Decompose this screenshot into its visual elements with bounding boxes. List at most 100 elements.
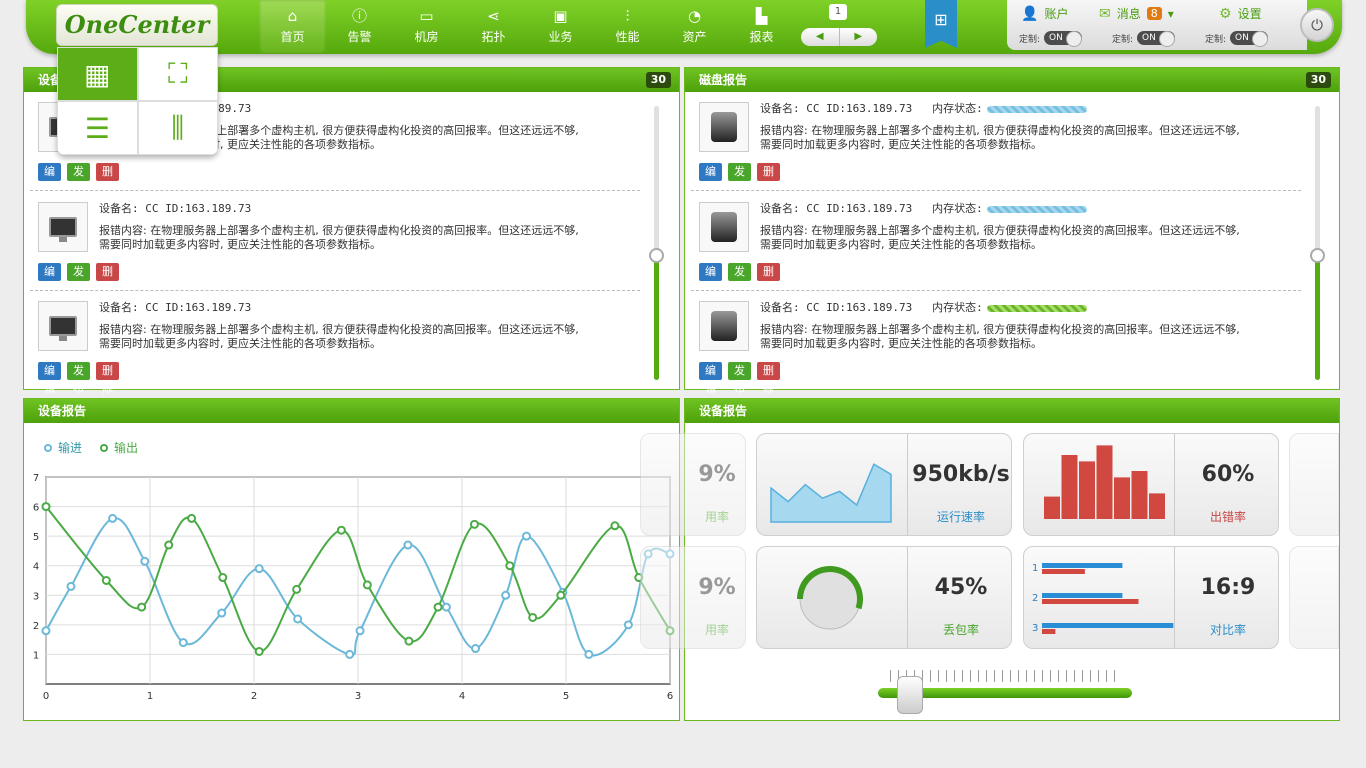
bar: [1149, 493, 1165, 519]
delete-button[interactable]: 删除: [757, 263, 780, 296]
settings-link[interactable]: ⚙ 设置: [1219, 5, 1262, 22]
divider: [30, 290, 640, 291]
delete-button[interactable]: 删除: [96, 163, 119, 196]
publish-button[interactable]: 发布: [728, 362, 751, 395]
delete-button[interactable]: 删除: [96, 263, 119, 296]
y-tick-label: 6: [33, 503, 39, 514]
nav-business[interactable]: ▣ 业务: [527, 0, 594, 54]
data-point: [433, 602, 443, 612]
power-icon[interactable]: ⏻: [1300, 8, 1334, 42]
device-thumbnail: [38, 301, 88, 351]
publish-button[interactable]: 发布: [67, 362, 90, 395]
messages-link[interactable]: ✉ 消息 8 ▾: [1099, 5, 1174, 22]
data-point: [584, 649, 594, 659]
fullscreen-icon[interactable]: ⛶: [137, 47, 218, 101]
hbar-blue: [1042, 563, 1123, 568]
stat-card-ratio[interactable]: 123 16:9 对比率: [1023, 546, 1279, 649]
on-toggle[interactable]: ON: [1044, 31, 1083, 47]
home-icon: ⌂: [287, 7, 298, 25]
edit-button[interactable]: 编辑: [38, 163, 61, 196]
slider-handle[interactable]: [897, 676, 923, 714]
account-link[interactable]: 👤 账户: [1021, 5, 1068, 22]
vertical-scrollbar[interactable]: [649, 106, 664, 380]
edit-button[interactable]: 编辑: [699, 263, 722, 296]
stat-card-error-rate[interactable]: 60% 出错率: [1023, 433, 1279, 536]
page-number: 1: [829, 4, 847, 20]
monitor-icon: ▭: [419, 7, 434, 25]
bar: [1079, 461, 1095, 519]
data-point: [293, 614, 303, 624]
data-point: [254, 564, 264, 574]
bar-chart-icon: ▙: [755, 7, 768, 25]
delete-button[interactable]: 删除: [757, 163, 780, 196]
nav-performance[interactable]: ⫶ 性能: [594, 0, 661, 54]
data-point: [187, 513, 197, 523]
edit-button[interactable]: 编辑: [699, 362, 722, 395]
on-toggle[interactable]: ON: [1137, 31, 1176, 47]
count-badge: 30: [1305, 72, 1331, 88]
add-widget-icon[interactable]: ⊞: [925, 0, 957, 48]
hard-disk-icon: [711, 311, 737, 341]
stat-card-packet-loss[interactable]: 45% 丢包率: [756, 546, 1012, 649]
data-point: [404, 636, 414, 646]
gear-icon: ⚙: [1219, 5, 1232, 22]
nav-home[interactable]: ⌂ 首页: [259, 0, 326, 54]
divider: [691, 190, 1301, 191]
disk-thumbnail: [699, 202, 749, 252]
data-point: [528, 612, 538, 622]
edit-button[interactable]: 编辑: [38, 362, 61, 395]
disk-thumbnail: [699, 102, 749, 152]
y-tick-label: 5: [33, 532, 39, 543]
barcode-view-icon[interactable]: ⫼: [137, 101, 218, 155]
donut-gauge: [797, 566, 863, 630]
data-point: [521, 531, 531, 541]
nav-topology[interactable]: ⋖ 拓扑: [460, 0, 527, 54]
slider-ticks: [890, 670, 1120, 682]
stat-card-speed[interactable]: 950kb/s 运行速率: [756, 433, 1012, 536]
onecenter-logo[interactable]: OneCenter: [56, 4, 218, 46]
stat-card-partial: [1289, 546, 1339, 649]
nav-pager: ◀ ▶: [801, 28, 877, 46]
x-tick-label: 2: [251, 691, 257, 702]
edit-button[interactable]: 编辑: [38, 263, 61, 296]
nav-datacenter[interactable]: ▭ 机房: [393, 0, 460, 54]
bar: [1061, 455, 1078, 519]
publish-button[interactable]: 发布: [728, 263, 751, 296]
nav-reports[interactable]: ▙ 报表: [728, 0, 795, 54]
custom-toggle-1: 定制: ON: [1019, 31, 1083, 47]
user-panel: 👤 账户 ✉ 消息 8 ▾ ⚙ 设置 定制: ON 定制: ON 定制: ON: [1007, 0, 1307, 50]
divider: [30, 190, 640, 191]
hbar-blue: [1042, 623, 1174, 628]
edit-button[interactable]: 编辑: [699, 163, 722, 196]
scroll-handle[interactable]: [1310, 248, 1325, 263]
delete-button[interactable]: 删除: [96, 362, 119, 395]
data-point: [556, 590, 566, 600]
next-page-button[interactable]: ▶: [840, 28, 878, 46]
data-point: [41, 626, 51, 636]
monitor-icon: [49, 316, 77, 341]
monitor-icon: [49, 217, 77, 242]
publish-button[interactable]: 发布: [728, 163, 751, 196]
prev-page-button[interactable]: ◀: [801, 28, 840, 46]
data-point: [41, 502, 51, 512]
hbar-red: [1042, 629, 1056, 634]
list-view-icon[interactable]: ☰: [57, 101, 138, 155]
publish-button[interactable]: 发布: [67, 263, 90, 296]
data-point: [140, 556, 150, 566]
data-point: [469, 519, 479, 529]
on-toggle[interactable]: ON: [1230, 31, 1269, 47]
layout-switcher: ▦ ⛶ ☰ ⫼: [57, 47, 218, 155]
scroll-handle[interactable]: [649, 248, 664, 263]
data-point: [336, 525, 346, 535]
vertical-scrollbar[interactable]: [1310, 106, 1325, 380]
bar-sparkline: [1044, 445, 1165, 519]
row-label: 2: [1032, 593, 1038, 604]
delete-button[interactable]: 删除: [757, 362, 780, 395]
nav-assets[interactable]: ◔ 资产: [661, 0, 728, 54]
disk-thumbnail: [699, 301, 749, 351]
nav-alerts[interactable]: ⓘ 告警: [326, 0, 393, 54]
grid-view-icon[interactable]: ▦: [57, 47, 138, 101]
chevron-down-icon[interactable]: ▾: [1168, 7, 1174, 21]
stat-card-partial: 9% 用率: [640, 433, 746, 536]
publish-button[interactable]: 发布: [67, 163, 90, 196]
